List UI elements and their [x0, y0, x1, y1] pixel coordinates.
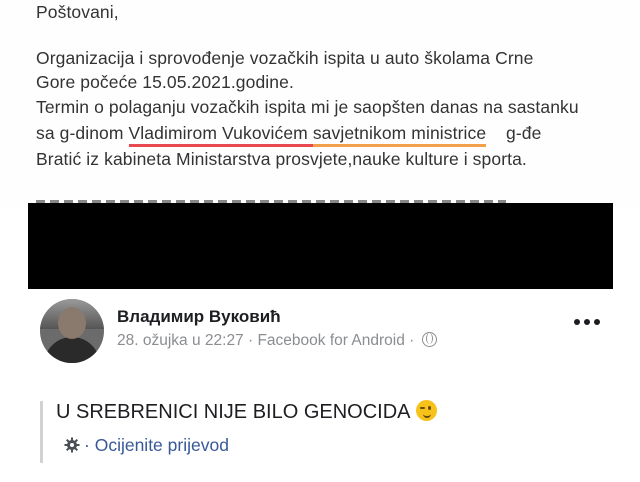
- letter-line-2: Gore počeće 15.05.2021.godine.: [36, 72, 294, 92]
- letter-greeting: Poštovani,: [36, 2, 119, 22]
- globe-icon: [421, 332, 437, 347]
- translate-prefix: ·: [84, 435, 95, 455]
- facebook-post: Владимир Вуковић 28. ožujka u 22:27 · Fa…: [0, 289, 640, 482]
- post-text: U SREBRENICI NIJE BILO GENOCIDA: [56, 400, 437, 424]
- meta-separator-2: ·: [404, 332, 419, 349]
- letter-line-3: Termin o polaganju vozačkih ispita mi je…: [36, 97, 579, 117]
- avatar[interactable]: [40, 299, 104, 363]
- meta-separator: ·: [243, 332, 258, 349]
- translate-label: Ocijenite prijevod: [94, 435, 229, 455]
- post-date[interactable]: 28. ožujka u 22:27: [117, 332, 244, 349]
- letter-line-5: Bratić iz kabineta Ministarstva prosvjet…: [36, 149, 527, 169]
- letter-screenshot: Poštovani, Organizacija i sprovođenje vo…: [0, 0, 640, 208]
- quote-bar: [40, 401, 43, 463]
- gear-icon: [64, 437, 80, 453]
- letter-line-4-end: g-đe: [486, 123, 542, 143]
- post-message: U SREBRENICI NIJE BILO GENOCIDA: [56, 401, 411, 423]
- letter-line-4: sa g-dinom Vladimirom Vukovićem savjetni…: [36, 123, 542, 147]
- post-meta: 28. ožujka u 22:27 · Facebook for Androi…: [117, 332, 437, 350]
- redaction-bar: [28, 203, 613, 289]
- highlighted-role: savjetnikom ministrice: [312, 123, 487, 147]
- letter-line-4-start: sa g-dinom: [36, 123, 129, 143]
- more-options-icon[interactable]: [574, 317, 602, 327]
- rate-translation-link[interactable]: · Ocijenite prijevod: [64, 435, 229, 456]
- letter-line-1: Organizacija i sprovođenje vozačkih ispi…: [36, 48, 534, 68]
- highlighted-name: Vladimirom Vukovićem: [128, 123, 308, 147]
- author-name[interactable]: Владимир Вуковић: [117, 307, 281, 327]
- winking-face-emoji-icon: [415, 400, 437, 421]
- post-source: Facebook for Android: [257, 332, 405, 349]
